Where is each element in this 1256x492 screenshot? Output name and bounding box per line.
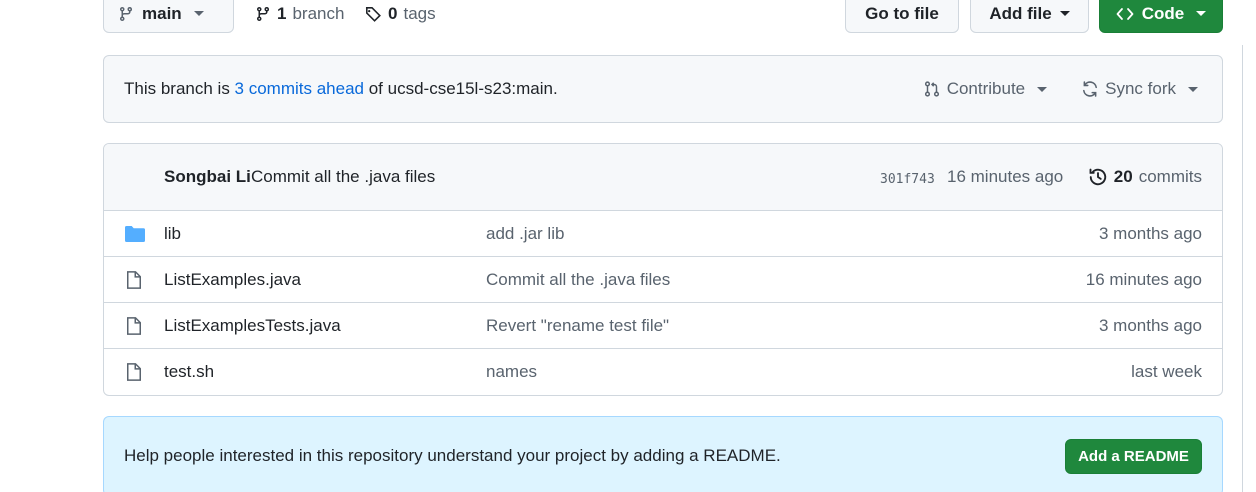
file-name[interactable]: test.sh bbox=[164, 362, 214, 382]
chevron-down-icon bbox=[1059, 11, 1070, 16]
contribute-label: Contribute bbox=[946, 79, 1026, 98]
branch-select-button[interactable]: main bbox=[103, 0, 234, 33]
branch-status-banner: This branch is 3 commits ahead of ucsd-c… bbox=[103, 55, 1223, 123]
commits-history-link[interactable]: 20 commits bbox=[1088, 167, 1202, 187]
file-commit-message[interactable]: Commit all the .java files bbox=[486, 270, 670, 290]
commit-count: 20 bbox=[1113, 167, 1133, 186]
sync-fork-label: Sync fork bbox=[1105, 79, 1176, 98]
sync-fork-button[interactable]: Sync fork bbox=[1081, 79, 1198, 99]
tag-count: 0 bbox=[388, 4, 398, 23]
table-row[interactable]: test.sh names last week bbox=[104, 349, 1222, 395]
chevron-down-icon bbox=[1037, 86, 1048, 92]
contribute-button[interactable]: Contribute bbox=[923, 79, 1048, 99]
commit-count-word: commits bbox=[1138, 167, 1202, 186]
add-readme-button[interactable]: Add a README bbox=[1065, 439, 1202, 474]
code-icon bbox=[1116, 6, 1134, 22]
git-branch-icon bbox=[118, 6, 134, 22]
table-row[interactable]: ListExamplesTests.java Revert "rename te… bbox=[104, 303, 1222, 349]
file-icon bbox=[124, 270, 144, 290]
add-file-label: Add file bbox=[989, 3, 1052, 23]
file-name[interactable]: lib bbox=[164, 224, 181, 244]
go-to-file-button[interactable]: Go to file bbox=[845, 0, 959, 33]
sync-icon bbox=[1081, 80, 1099, 98]
commits-ahead-link[interactable]: 3 commits ahead bbox=[235, 79, 364, 98]
branch-count: 1 bbox=[277, 4, 287, 23]
file-time: 3 months ago bbox=[1098, 223, 1202, 243]
branches-link[interactable]: 1 branch bbox=[255, 4, 344, 24]
commit-time: 16 minutes ago bbox=[947, 167, 1064, 186]
file-time: 3 months ago bbox=[1098, 315, 1202, 335]
file-time: 16 minutes ago bbox=[1085, 269, 1202, 289]
status-suffix: of ucsd-cse15l-s23:main. bbox=[364, 79, 558, 98]
sidebar-divider bbox=[1242, 45, 1243, 492]
readme-banner: Help people interested in this repositor… bbox=[103, 416, 1223, 492]
chevron-down-icon bbox=[1196, 11, 1207, 16]
code-label: Code bbox=[1141, 3, 1185, 23]
commit-sha[interactable]: 301f743 bbox=[880, 172, 935, 187]
file-icon bbox=[124, 316, 144, 336]
git-branch-icon bbox=[255, 6, 271, 22]
chevron-down-icon bbox=[193, 11, 204, 16]
go-to-file-label: Go to file bbox=[865, 3, 939, 23]
file-commit-message[interactable]: Revert "rename test file" bbox=[486, 316, 669, 336]
commit-author[interactable]: Songbai Li bbox=[164, 167, 251, 187]
file-name[interactable]: ListExamplesTests.java bbox=[164, 316, 341, 336]
status-prefix: This branch is bbox=[124, 79, 235, 98]
folder-icon bbox=[124, 224, 146, 244]
table-row[interactable]: lib add .jar lib 3 months ago bbox=[104, 211, 1222, 257]
branch-word: branch bbox=[292, 4, 345, 23]
history-icon bbox=[1088, 167, 1108, 187]
tag-icon bbox=[364, 5, 382, 23]
file-commit-message[interactable]: add .jar lib bbox=[486, 224, 564, 244]
table-row[interactable]: ListExamples.java Commit all the .java f… bbox=[104, 257, 1222, 303]
tag-word: tags bbox=[403, 4, 436, 23]
file-browser: Songbai Li Commit all the .java files 30… bbox=[103, 143, 1223, 396]
branch-name: main bbox=[142, 3, 182, 23]
code-button[interactable]: Code bbox=[1099, 0, 1223, 33]
add-file-button[interactable]: Add file bbox=[970, 0, 1089, 33]
repo-toolbar: main 1 branch 0 tags Go to file Add file… bbox=[0, 0, 1256, 40]
branch-status-text: This branch is 3 commits ahead of ucsd-c… bbox=[124, 79, 558, 99]
readme-prompt-text: Help people interested in this repositor… bbox=[124, 446, 781, 465]
branch-status-actions: Contribute Sync fork bbox=[923, 56, 1198, 122]
file-time: last week bbox=[1131, 362, 1202, 381]
chevron-down-icon bbox=[1188, 86, 1198, 92]
file-icon bbox=[124, 362, 144, 382]
pull-request-icon bbox=[923, 80, 941, 98]
latest-commit-header: Songbai Li Commit all the .java files 30… bbox=[104, 144, 1222, 211]
commit-message[interactable]: Commit all the .java files bbox=[251, 167, 435, 187]
file-name[interactable]: ListExamples.java bbox=[164, 270, 301, 290]
file-commit-message[interactable]: names bbox=[486, 362, 537, 382]
tags-link[interactable]: 0 tags bbox=[364, 4, 436, 24]
